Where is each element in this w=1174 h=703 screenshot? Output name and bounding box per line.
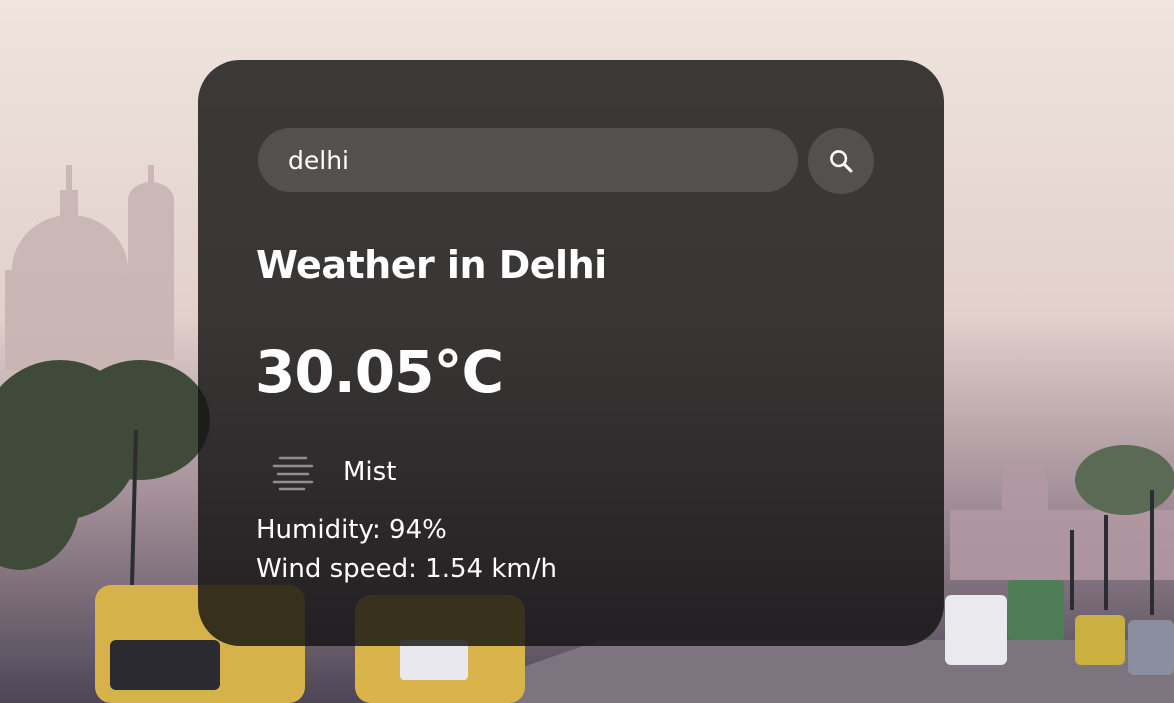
weather-card: Weather in Delhi 30.05°C Mist Humidity: … [198, 60, 944, 646]
search-icon [830, 150, 853, 173]
temperature: 30.05°C [255, 338, 504, 406]
humidity-label: Humidity: 94% [256, 515, 447, 545]
search-button[interactable] [808, 128, 874, 194]
search-bar [258, 128, 874, 194]
mist-icon [272, 456, 314, 491]
weather-title: Weather in Delhi [256, 243, 607, 287]
wind-speed-label: Wind speed: 1.54 km/h [256, 554, 557, 584]
weather-condition: Mist [343, 457, 397, 487]
search-input[interactable] [258, 128, 798, 192]
